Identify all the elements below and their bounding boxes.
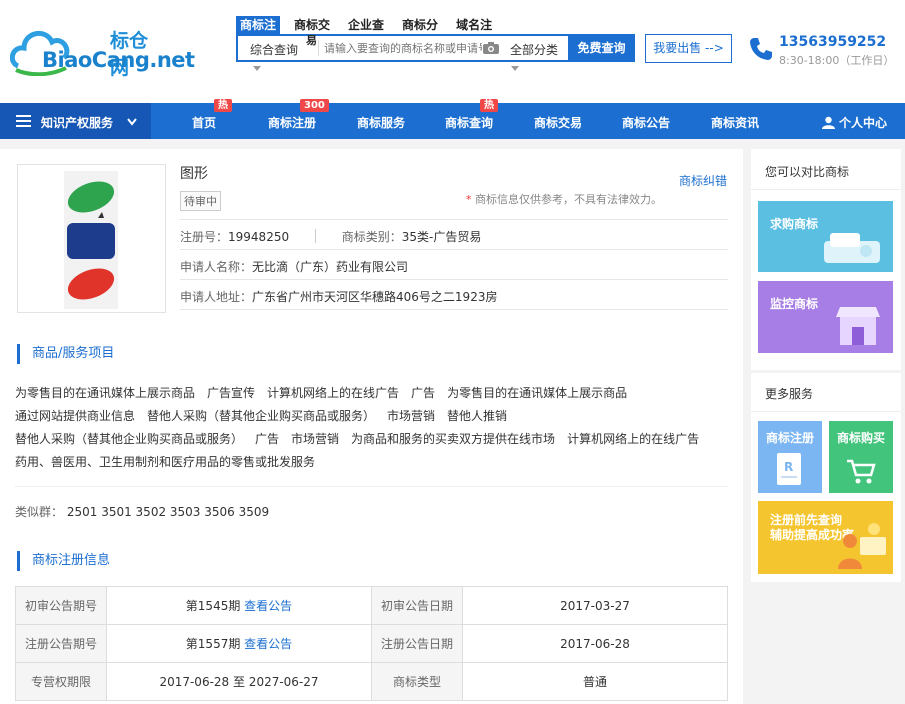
applicant-row: 申请人名称：无比滴（广东）药业有限公司 [180, 260, 409, 274]
user-center-link[interactable]: 个人中心 [822, 114, 887, 131]
trademark-image[interactable] [17, 164, 166, 313]
promo-illustration-icon [838, 523, 886, 569]
category-dropdown-icon[interactable] [253, 66, 261, 71]
trademark-detail-panel: 图形 商标纠错 待审中 * 商标信息仅供参考，不具有法律效力。 注册号：1994… [0, 149, 743, 704]
register-service-card[interactable]: 商标注册 R [758, 421, 822, 493]
goods-section-title: 商品/服务项目 [17, 344, 114, 364]
nav-item-trademark-notice[interactable]: 商标公告 [622, 114, 670, 131]
compare-panel: 您可以对比商标 求购商标 监控商标 [751, 149, 901, 370]
site-logo[interactable]: 标仓网 BiaoCang.net [10, 22, 195, 79]
divider [15, 486, 728, 487]
nav-item-label: 商标资讯 [711, 116, 760, 130]
more-services-title: 更多服务 [765, 387, 814, 401]
goods-line: 药用、兽医用、卫生用制剂和医疗用品的零售或批发服务 [15, 455, 316, 469]
store-illustration-icon [836, 307, 880, 345]
similar-groups-value: 2501 3501 3502 3503 3506 3509 [66, 505, 270, 519]
more-services-panel: 更多服务 商标注册 R 商标购买 注册前先查询 辅助提高成功率 [751, 373, 901, 582]
user-icon [822, 116, 835, 129]
divider [751, 189, 901, 190]
reg-number-row: 注册号：19948250 商标类别：35类-广告贸易 [180, 229, 482, 244]
tab-trademark-register[interactable]: 商标注 [236, 16, 281, 34]
goods-line: 替他人采购（替其他企业购买商品或服务） 广告 市场营销 为商品和服务的买卖双方提供在线… [15, 432, 700, 446]
card-illustration-icon [824, 233, 880, 263]
price-badge: 300 [300, 99, 329, 112]
search-promo-card[interactable]: 注册前先查询 辅助提高成功率 [758, 501, 893, 574]
header: 标仓网 BiaoCang.net 商标注 商标交 企业查 商标分 域名注 易 综… [0, 0, 905, 103]
camera-icon[interactable] [483, 42, 499, 54]
registration-table: 初审公告期号 第1545期 查看公告 初审公告日期 2017-03-27 注册公… [15, 586, 728, 701]
search-box: 综合查询 全部分类 免费查询 [236, 34, 635, 62]
tab-overflow-text: 易 [306, 34, 317, 47]
reg-number: 19948250 [228, 230, 290, 244]
nav-category-menu[interactable]: 知识产权服务 [0, 103, 151, 139]
document-icon: R [777, 453, 801, 485]
table-row: 注册公告期号 第1557期 查看公告 注册公告日期 2017-06-28 [15, 624, 728, 663]
tab-trademark-class[interactable]: 商标分 [398, 16, 442, 34]
tab-company-search[interactable]: 企业查 [344, 16, 388, 34]
nav-item-trademark-search[interactable]: 商标查询 热 [445, 99, 498, 131]
divider [180, 309, 728, 310]
cart-icon [847, 459, 876, 484]
trademark-logo-graphic [64, 171, 118, 309]
reg-section-title: 商标注册信息 [17, 551, 110, 571]
search-category-select[interactable]: 综合查询 [250, 41, 298, 58]
trademark-class: 35类-广告贸易 [401, 230, 482, 244]
nav-item-label: 商标交易 [534, 116, 583, 130]
applicant-name: 无比滴（广东）药业有限公司 [252, 260, 409, 274]
table-row: 专营权期限 2017-06-28 至 2027-06-27 商标类型 普通 [15, 662, 728, 701]
nav-item-trademark-news[interactable]: 商标资讯 [711, 114, 759, 131]
menu-icon [16, 115, 31, 127]
goods-line: 通过网站提供商业信息 替他人采购（替其他企业购买商品或服务） 市场营销 替他人推销 [15, 409, 508, 423]
goods-line: 为零售目的在通讯媒体上展示商品 广告宣传 计算机网络上的在线广告 广告 为零售目的在通讯… [15, 386, 628, 400]
table-row: 初审公告期号 第1545期 查看公告 初审公告日期 2017-03-27 [15, 586, 728, 625]
user-center-label: 个人中心 [839, 116, 888, 130]
status-badge: 待审中 [180, 191, 221, 211]
applicant-address: 广东省广州市天河区华穗路406号之二1923房 [252, 290, 498, 304]
nav-item-trademark-trade[interactable]: 商标交易 [534, 114, 582, 131]
purchase-service-card[interactable]: 商标购买 [829, 421, 893, 493]
tab-domain-register[interactable]: 域名注 [452, 16, 496, 34]
address-row: 申请人地址：广东省广州市天河区华穗路406号之二1923房 [180, 290, 498, 304]
trademark-name: 图形 [180, 166, 208, 182]
divider [180, 279, 728, 280]
divider [180, 249, 728, 250]
trademark-correct-link[interactable]: 商标纠错 [679, 172, 727, 189]
nav-item-trademark-service[interactable]: 商标服务 [357, 114, 405, 131]
compare-title: 您可以对比商标 [765, 165, 850, 179]
search-class-select[interactable]: 全部分类 [510, 41, 558, 58]
monitor-trademark-card[interactable]: 监控商标 [758, 281, 893, 353]
hotline-number: 13563959252 [779, 34, 887, 50]
svg-text:R: R [784, 460, 793, 474]
nav-item-label: 商标注册 [268, 116, 317, 130]
view-notice-link[interactable]: 查看公告 [244, 599, 292, 613]
search-tabs: 商标注 商标交 企业查 商标分 域名注 [236, 16, 506, 34]
nav-item-home[interactable]: 首页 热 [192, 99, 232, 131]
chevron-down-icon [127, 118, 137, 126]
search-input[interactable] [324, 39, 482, 57]
sell-button[interactable]: 我要出售 --> [645, 34, 732, 63]
search-divider [318, 40, 319, 56]
nav-category-label: 知识产权服务 [41, 116, 114, 130]
divider [751, 411, 901, 412]
goods-list: 为零售目的在通讯媒体上展示商品 广告宣传 计算机网络上的在线广告 广告 为零售目的在通讯… [15, 382, 730, 474]
nav-item-label: 商标服务 [357, 116, 406, 130]
disclaimer-note: * 商标信息仅供参考，不具有法律效力。 [466, 193, 662, 206]
nav-item-trademark-register[interactable]: 商标注册 300 [268, 99, 329, 131]
similar-groups: 类似群： 2501 3501 3502 3503 3506 3509 [15, 505, 270, 519]
view-notice-link[interactable]: 查看公告 [244, 637, 292, 651]
search-button[interactable]: 免费查询 [568, 34, 635, 62]
phone-icon [750, 38, 772, 60]
buy-trademark-card[interactable]: 求购商标 [758, 201, 893, 272]
main-nav: 知识产权服务 首页 热 商标注册 300 商标服务 商标查询 热 商标交易 商标… [0, 99, 905, 139]
logo-text-en: BiaoCang.net [42, 48, 195, 72]
nav-item-label: 商标公告 [622, 116, 671, 130]
hot-badge: 热 [214, 99, 232, 112]
hot-badge: 热 [480, 99, 498, 112]
divider [180, 219, 728, 220]
service-hours: 8:30-18:00（工作日） [779, 54, 895, 67]
class-dropdown-icon[interactable] [511, 66, 519, 71]
nav-item-label: 商标查询 [445, 116, 494, 130]
nav-item-label: 首页 [192, 116, 217, 130]
